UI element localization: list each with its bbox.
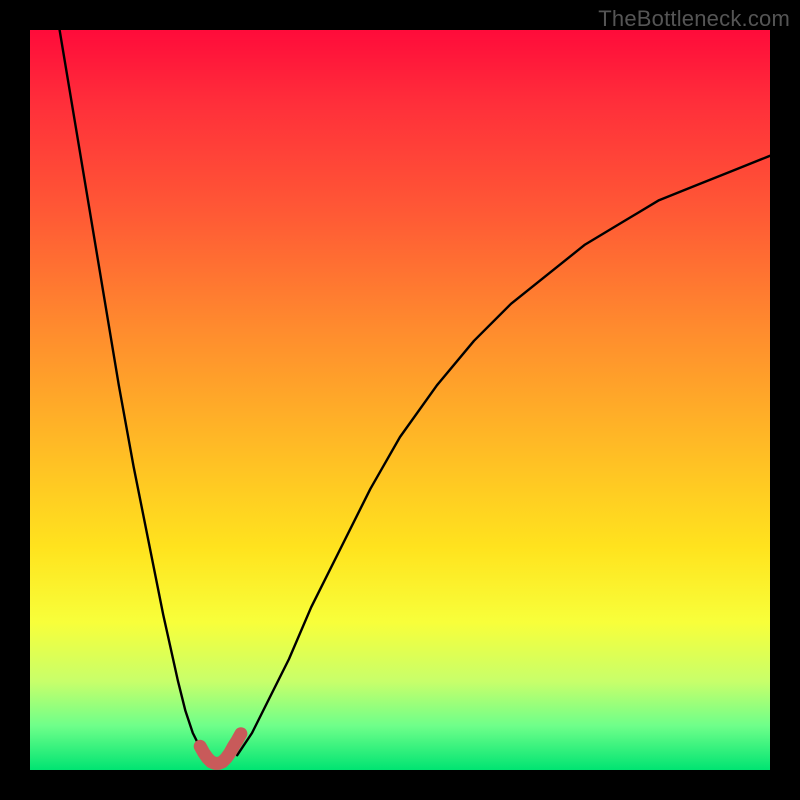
watermark-text: TheBottleneck.com [598, 6, 790, 32]
gradient-background [30, 30, 770, 770]
chart-frame: TheBottleneck.com [0, 0, 800, 800]
plot-area [30, 30, 770, 770]
